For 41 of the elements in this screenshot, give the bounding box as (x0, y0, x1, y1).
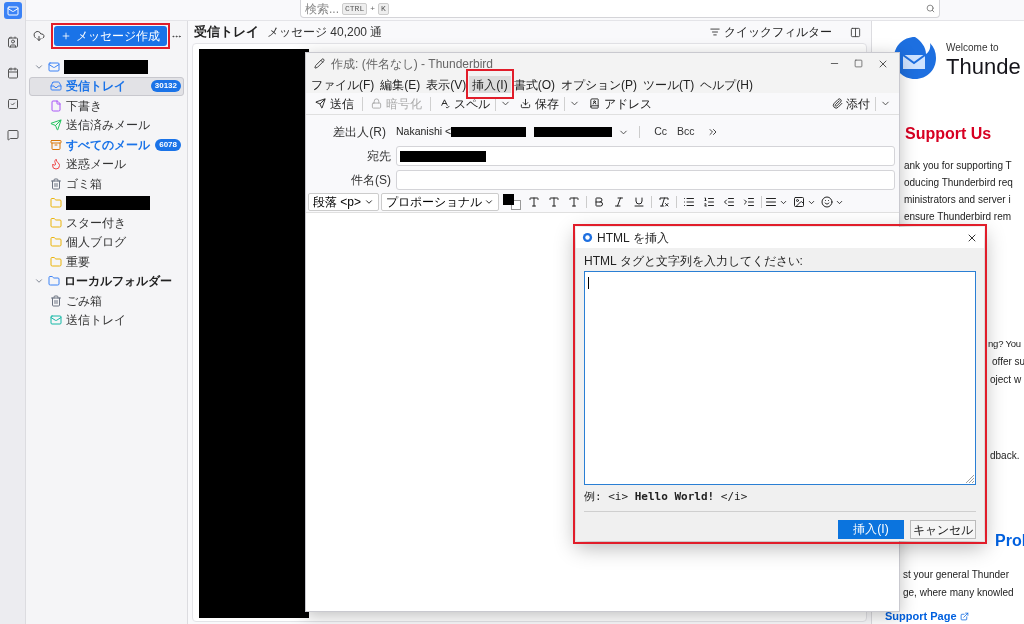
folder-label: 送信済みメール (66, 117, 150, 135)
folder-label: すべてのメール (66, 136, 150, 154)
message-count: メッセージ 40,200 通 (267, 24, 383, 41)
field-label: 件名(S) (350, 172, 392, 189)
paragraph-text: st your general Thunder (903, 568, 1010, 582)
plus-sign: + (370, 2, 375, 15)
folder-title: 受信トレイ (194, 23, 259, 42)
folder-label: 受信トレイ (66, 78, 126, 96)
field-label: 宛先 (366, 148, 392, 165)
paragraph-text: ng? You (988, 337, 1022, 351)
paragraph-text: ge, where many knowled (903, 586, 1015, 600)
folder-label: ローカルフォルダー (64, 273, 172, 291)
folder-label: スター付き (66, 214, 126, 232)
keyboard-key: K (377, 2, 389, 15)
welcome-text: Welcome to (946, 41, 1000, 55)
dialog-title: HTML を挿入 (597, 229, 669, 247)
prompt-label: HTML タグと文字列を入力してください: (584, 254, 804, 268)
unread-count-badge: 30132 (150, 80, 181, 93)
folder-label: ゴミ箱 (66, 175, 102, 193)
paragraph-text: dback. (990, 449, 1021, 463)
paragraph-text: oducing Thunderbird req (904, 176, 1014, 190)
paragraph-text: ensure Thunderbird rem (904, 210, 1013, 224)
section-heading: Support Us (905, 124, 993, 144)
unread-count-badge: 6078 (155, 138, 181, 151)
folder-label: ごみ箱 (66, 292, 102, 310)
paragraph-text: ministrators and server i (904, 193, 1012, 207)
paragraph-text: offer su (992, 355, 1024, 369)
folder-label: 個人ブログ (66, 234, 126, 252)
field-label: 差出人(R) (332, 124, 387, 141)
folder-label: 送信トレイ (66, 312, 126, 330)
paragraph-text: ank you for supporting T (904, 159, 1013, 173)
search-placeholder: 検索... (305, 0, 339, 18)
folder-label: 重要 (66, 253, 90, 271)
folder-label: 迷惑メール (66, 156, 126, 174)
keyboard-key: CTRL (342, 2, 368, 15)
paragraph-text: oject w (990, 373, 1023, 387)
brand-title: Thunde (946, 55, 1021, 79)
window-title: 作成: (件名なし) - Thunderbird (331, 55, 494, 73)
sender-name: Nakanishi < (396, 124, 452, 140)
example-text: 例: <i> Hello World! </i> (584, 489, 749, 505)
folder-label: 下書き (66, 97, 102, 115)
